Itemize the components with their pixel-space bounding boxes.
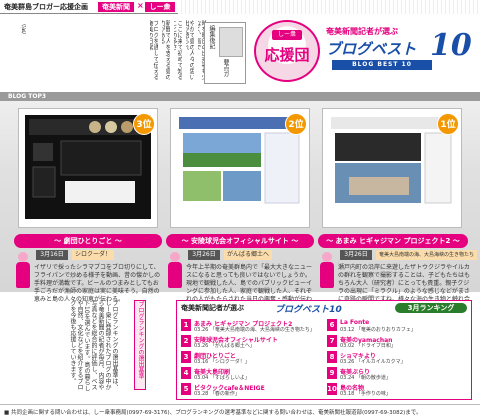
post-date: 3月26日 [340,250,372,260]
top3-sub-3: 3月16日 シロクーダ！ [36,250,156,260]
ranking-sub: 03.24 「朝の散歩道」 [340,375,391,381]
ranking-item: 9 奄美ぶらり 03.24 「朝の散歩道」 [327,367,467,381]
ouendan-badge: しー衆 応援団 [250,16,324,86]
top3-title-1: 〜 あまみ ヒギャジマン プロジェクト2 〜 [318,234,468,248]
top3-title-2: 〜 安陵球児会オフィシャルサイト 〜 [166,234,314,248]
ranking-lead: 奄美新聞記者が選ぶ [181,304,244,312]
ranking-item: 8 ショマキより 03.26 「イルカイルカクマ」 [327,351,467,365]
ranking-title: ブログベスト10 [275,305,342,315]
post-date: 3月16日 [36,250,68,260]
editor-note: 編集後記 要点ガ [204,22,246,84]
ranking-item: 10 島の名物 03.18 「手作りの味」 [327,383,467,397]
ranking-criteria: ブログランキングの選出基準は、しー衆に登録されたブログの中から奄美新聞の記者が毎… [8,300,148,400]
ranking-num: 7 [327,335,337,347]
mascot-figure [16,252,30,288]
ranking-sub: 03.02 「ドライブ日和」 [340,343,396,349]
ranking-sub: 03.26 「イルカイルカクマ」 [340,359,406,365]
post-name: 奄美大島南端の海、大島海峡の生き物たち [376,250,478,260]
page-header: 奄美群島ブロガー応援企画 奄美新聞 × しー衆 [0,0,480,14]
title-number: 10 [430,28,472,63]
ranking-num: 1 [181,319,191,331]
header-stripe [178,0,480,14]
ranking-item: 5 ビタクックcafe＆NEIGE 03.28 「春の新作」 [181,383,321,397]
ranking-num: 9 [327,367,337,379]
title-main: ブログベスト [326,40,417,58]
footer-text: ■ 共同企画に関する問い合わせは、しー衆事務局(0997-69-3176)、ブロ… [4,410,422,416]
top3-title-3: 〜 劇団ひとりごと 〜 [14,234,162,248]
mascot-figure [168,252,182,288]
top3-band-label: BLOG TOP3 [8,93,47,100]
editor-photo [219,27,243,57]
top3-desc-3: イザリで採ったシラマブコをブロ切りにして、フライパンで炒める様子を動画、昔の懐か… [34,264,161,303]
article-columns: 時を明日の出来事も少なく、皆で やがて島の人々の思い出が語られ ここに来て初めて… [12,20,212,80]
ranking-sub: 03.12 「奄美のおりおりカフェ」 [340,327,416,333]
article-column: （記） [20,20,26,38]
ranking-item: 4 奄美大島印刷 03.04 「すばらしいよ」 [181,367,321,381]
blog-screenshot-1 [329,115,455,219]
criteria-side-label: ブログランキングの選出基準 [134,300,146,390]
title-sub: BLOG BEST 10 [332,60,432,70]
ranking-sub: 03.18 「手作りの味」 [340,391,391,397]
article-column: ここに来て初めて知ることの多さ [174,20,182,80]
ranking-num: 6 [327,319,337,331]
ranking-box: 奄美新聞記者が選ぶ ブログベスト10 3月ランキング 1 あまみ ヒギャジマン … [176,300,472,400]
ranking-item: 3 劇団ひとりごと 03.16 「シロクーダ！」 [181,351,321,365]
ranking-num: 10 [327,383,337,395]
ranking-name: La Fonte [340,319,370,326]
header-tag-shishu: しー衆 [145,2,175,12]
mascot-figure [320,252,334,288]
footer-note: ■ 共同企画に関する問い合わせは、しー衆事務局(0997-69-3176)、ブロ… [0,404,480,418]
top3-sub-2: 3月26日 がんばる郷土へ [188,250,314,260]
header-separator: × [137,1,144,10]
badge-text: 応援団 [264,46,310,64]
post-name: シロクーダ！ [72,250,115,260]
blog-screenshot-2 [177,115,303,219]
ranking-item: 1 あまみ ヒギャジマン プロジェクト2 03.26 「奄美大島南端の海、大島海… [181,319,321,333]
ranking-num: 8 [327,351,337,363]
top3-sub-1: 3月26日 奄美大島南端の海、大島海峡の生き物たち [340,250,478,260]
ranking-sub: 03.28 「春の新作」 [194,391,240,397]
post-name: がんばる郷土へ [224,250,273,260]
blog-screenshot-3 [25,115,151,219]
ranking-item: 2 安陵球児会オフィシャルサイト 03.26 「がんばる郷土へ」 [181,335,321,349]
article-column: ブログを通して伝える奄美の日常 [150,20,158,80]
ranking-num: 3 [181,351,191,363]
ranking-sub: 03.16 「シロクーダ！」 [194,359,250,365]
ranking-header: 奄美新聞記者が選ぶ ブログベスト10 3月ランキング [177,301,471,315]
article-column: 新聞で人を支える島の力がある [162,20,170,80]
top3-card-1: 1位 [322,108,462,228]
article-column: やがて島の人々の思い出が語られ [186,20,194,80]
top3-band-bar: BLOG TOP3 [0,92,480,101]
ranking-month-badge: 3月ランキング [395,303,467,313]
ranking-item: 7 奄美のyamachan 03.02 「ドライブ日和」 [327,335,467,349]
top3-card-2: 2位 [170,108,310,228]
ranking-sub: 03.26 「奄美大島南端の海、大島海峡の生き物たち」 [194,327,315,333]
badge-crown-label: しー衆 [272,30,302,40]
rank-badge-2: 2位 [285,113,307,135]
header-tag-newspaper: 奄美新聞 [98,2,134,12]
blog-best-title: 奄美新聞記者が選ぶ ブログベスト 10 BLOG BEST 10 [326,26,476,82]
ranking-num: 2 [181,335,191,347]
top3-card-3: 3位 [18,108,158,228]
title-lead: 奄美新聞記者が選ぶ [326,27,398,36]
post-date: 3月26日 [188,250,220,260]
ranking-num: 5 [181,383,191,395]
rank-badge-3: 3位 [133,113,155,135]
header-title: 奄美群島ブロガー応援企画 [4,3,88,11]
rank-badge-1: 1位 [437,113,459,135]
editor-name: 要点ガ [222,59,229,77]
ranking-sub: 03.04 「すばらしいよ」 [194,375,250,381]
ranking-sub: 03.26 「がんばる郷土へ」 [194,343,255,349]
ranking-num: 4 [181,367,191,379]
editor-note-label: 編集後記 [208,25,215,49]
criteria-text: ブログランキングの選出基準は、しー衆に登録されたブログの中から奄美新聞の記者が毎… [69,300,118,392]
ranking-item: 6 La Fonte 03.12 「奄美のおりおりカフェ」 [327,319,467,333]
